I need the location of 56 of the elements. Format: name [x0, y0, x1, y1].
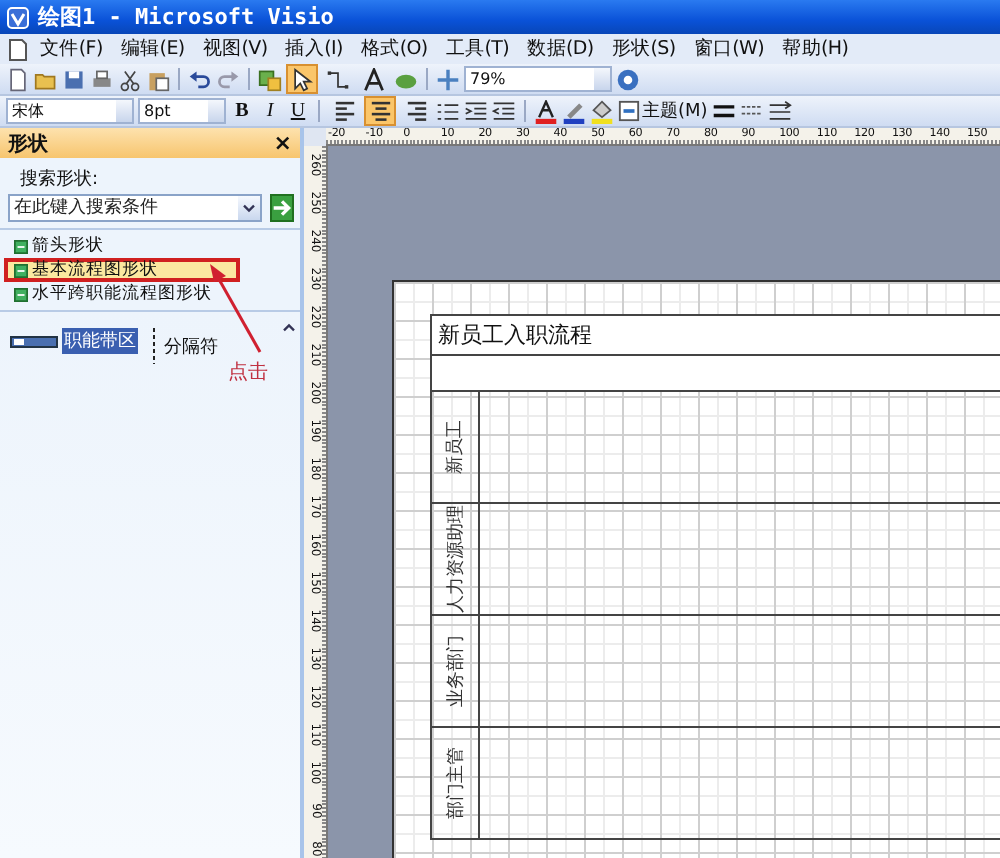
menu-item[interactable]: 插入(I) — [275, 36, 351, 62]
stencil-icon — [14, 287, 28, 301]
underline-button[interactable]: U — [286, 100, 310, 122]
search-label: 搜索形状: — [18, 167, 101, 194]
theme-icon — [618, 100, 640, 122]
lane-label: 新员工 — [442, 420, 466, 474]
menu-item[interactable]: 编辑(E) — [110, 36, 193, 62]
save-icon[interactable] — [62, 67, 86, 91]
stencil-icon — [14, 263, 28, 277]
menu-item[interactable]: 帮助(H) — [772, 36, 857, 62]
menu-item[interactable]: 形状(S) — [601, 36, 684, 62]
scissors-icon[interactable] — [118, 67, 142, 91]
menu-item[interactable]: 格式(O) — [350, 36, 436, 62]
menu-item[interactable]: 视图(V) — [192, 36, 276, 62]
font-size-field[interactable]: 8pt — [138, 98, 226, 124]
italic-button[interactable]: I — [258, 100, 282, 122]
search-button[interactable] — [270, 194, 294, 222]
panel-title: 形状 — [8, 131, 48, 157]
bold-button[interactable]: B — [230, 100, 254, 122]
bullets-icon[interactable] — [436, 99, 460, 123]
text-tool-button[interactable] — [358, 64, 390, 94]
stencil-item[interactable]: 基本流程图形状 — [4, 258, 240, 282]
zoom-field[interactable]: 79% — [464, 66, 612, 92]
shapes-icon[interactable] — [258, 67, 282, 91]
app-icon — [6, 5, 30, 29]
lane-label: 人力资源助理 — [442, 505, 466, 613]
stencil-icon — [14, 239, 28, 253]
line-ends-icon[interactable] — [767, 99, 792, 123]
line-weight-icon[interactable] — [711, 99, 736, 123]
lane-label: 业务部门 — [442, 635, 466, 707]
annotation-text: 点击 — [228, 359, 268, 386]
line-color-icon[interactable] — [562, 99, 586, 123]
pointer-tool-button[interactable] — [286, 64, 318, 94]
new-file-icon[interactable] — [6, 67, 30, 91]
menu-item[interactable]: 窗口(W) — [683, 36, 773, 62]
stencil-item[interactable]: 水平跨职能流程图形状 — [4, 282, 240, 306]
undo-icon[interactable] — [188, 67, 212, 91]
paste-icon[interactable] — [146, 67, 170, 91]
font-field[interactable]: 宋体 — [6, 98, 134, 124]
theme-button[interactable]: 主题(M) — [618, 98, 708, 124]
diagram-title: 新员工入职流程 — [432, 316, 1000, 356]
menu-item[interactable]: 数据(D) — [517, 36, 602, 62]
fill-color-icon[interactable] — [590, 99, 614, 123]
indent-icon[interactable] — [464, 99, 488, 123]
print-icon[interactable] — [90, 67, 114, 91]
close-button[interactable]: × — [273, 132, 292, 154]
font-color-icon[interactable] — [534, 99, 558, 123]
help-icon[interactable] — [616, 67, 640, 91]
align-center-button[interactable] — [364, 96, 396, 126]
menu-item[interactable]: 文件(F) — [30, 36, 111, 62]
outdent-icon[interactable] — [492, 99, 516, 123]
lane-label: 部门主管 — [442, 747, 466, 819]
window-title: 绘图1 - Microsoft Visio — [38, 2, 334, 32]
stencil-item[interactable]: 箭头形状 — [4, 234, 240, 258]
ruler-corner — [304, 128, 326, 146]
menu-item[interactable]: 工具(T) — [435, 36, 518, 62]
